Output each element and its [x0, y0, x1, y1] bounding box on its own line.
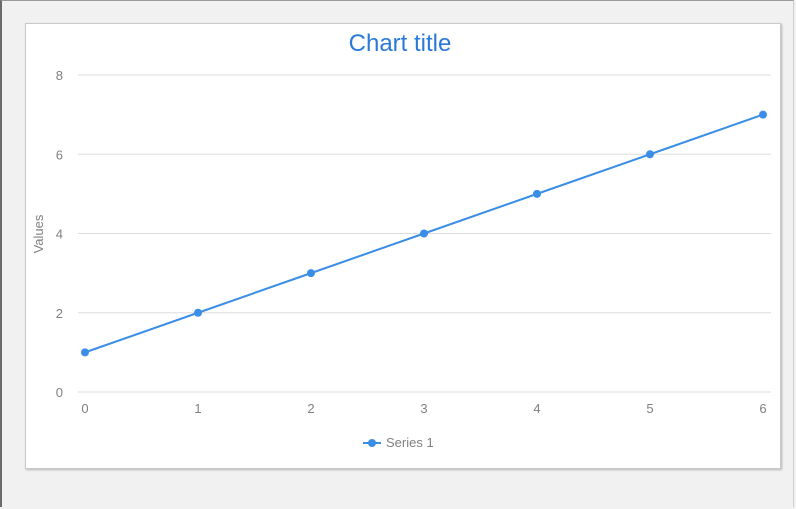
data-point — [194, 308, 202, 317]
x-tick-label: 1 — [194, 401, 201, 416]
data-point — [533, 189, 541, 198]
x-tick-label: 2 — [307, 401, 314, 416]
legend-marker — [368, 439, 376, 447]
data-point — [81, 348, 89, 357]
chart-title: Chart title — [349, 30, 452, 57]
y-tick-label: 4 — [56, 227, 63, 242]
data-point — [420, 229, 428, 238]
data-point — [759, 110, 767, 119]
data-point — [646, 150, 654, 159]
axes: 0 2 4 6 8 0 1 2 3 4 5 6 — [56, 68, 767, 416]
y-axis-label: Values — [31, 214, 46, 253]
x-tick-label: 6 — [759, 401, 766, 416]
y-tick-label: 8 — [56, 68, 63, 83]
y-tick-label: 0 — [56, 385, 63, 400]
y-tick-label: 6 — [56, 147, 63, 162]
data-point — [307, 269, 315, 278]
x-tick-label: 4 — [533, 401, 540, 416]
x-tick-label: 3 — [420, 401, 427, 416]
line-chart: 0 2 4 6 8 0 1 2 3 4 5 6 Chart title Values Series 1 — [31, 30, 771, 450]
x-tick-label: 0 — [81, 401, 88, 416]
x-tick-label: 5 — [646, 401, 653, 416]
y-tick-label: 2 — [56, 306, 63, 321]
legend: Series 1 — [363, 435, 434, 450]
legend-label: Series 1 — [386, 435, 434, 450]
